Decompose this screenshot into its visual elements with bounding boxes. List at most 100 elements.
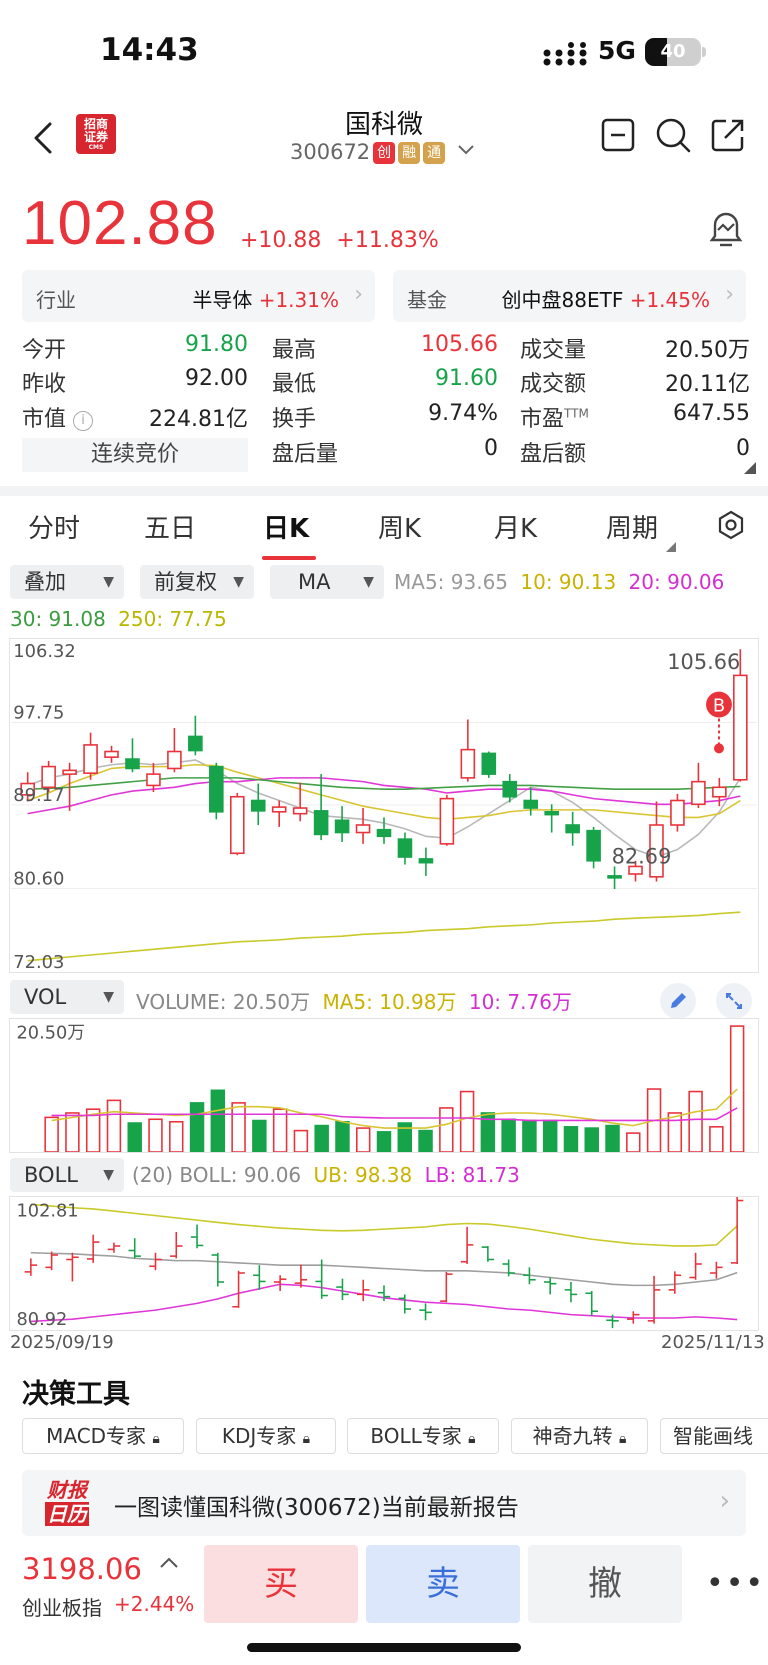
tool-boll[interactable]: BOLL专家 🔒︎ (347, 1418, 499, 1454)
info-icon[interactable]: i (73, 411, 94, 431)
boll-band-1 (30, 1251, 738, 1287)
tab-weekly-k[interactable]: 周K (378, 508, 421, 545)
overlay-dropdown[interactable]: 叠加 ▼ (10, 565, 124, 599)
candle-body (271, 806, 287, 813)
fund-label: 基金 (407, 288, 447, 312)
dropdown-arrow-icon: ▼ (103, 574, 114, 590)
fullscreen-icon[interactable] (716, 983, 752, 1019)
candle-body (712, 786, 727, 798)
ma-line-3 (27, 777, 741, 790)
price-change: +10.88 +11.83% (240, 228, 439, 253)
volume-bar (626, 1132, 641, 1152)
volume-bar (439, 1107, 454, 1152)
candle-body (334, 819, 350, 834)
edit-pencil-icon[interactable] (660, 983, 696, 1019)
index-name: 创业板指 (22, 1596, 102, 1620)
date-start: 2025/09/19 (10, 1332, 114, 1353)
boll-chart[interactable]: 102.81 80.92 (9, 1196, 759, 1331)
volume-bar (252, 1119, 267, 1152)
buy-button[interactable]: 买 (204, 1545, 358, 1623)
lock-icon: 🔒︎ (302, 1431, 311, 1447)
boll-indicator-dropdown[interactable]: BOLL ▼ (10, 1158, 124, 1192)
price-alert-icon[interactable] (708, 210, 744, 250)
tab-monthly-k[interactable]: 月K (494, 508, 537, 545)
index-value[interactable]: 3198.06 (22, 1552, 142, 1586)
ma250-value: 250: 77.75 (118, 607, 227, 631)
dropdown-arrow-icon: ▼ (103, 1167, 114, 1183)
home-indicator (247, 1643, 521, 1652)
lock-icon: 🔒︎ (468, 1431, 476, 1447)
volume-bar (605, 1124, 620, 1152)
candle-body (146, 773, 161, 787)
sell-button[interactable]: 卖 (366, 1545, 520, 1623)
more-options-icon[interactable]: ••• (706, 1566, 765, 1601)
volume-bar (127, 1122, 142, 1152)
candle-body (397, 838, 413, 858)
chevron-down-icon[interactable] (456, 143, 476, 157)
stat-market-cap: 市值 i 224.81亿 (22, 407, 248, 432)
kline-chart[interactable]: 106.32 97.75 89.17 80.60 72.03 105.66 82… (9, 638, 759, 973)
volume-bar (210, 1089, 226, 1152)
tool-kdj[interactable]: KDJ专家 🔒︎ (196, 1418, 336, 1454)
indicator-dropdown[interactable]: MA ▼ (270, 565, 384, 599)
candle-body (670, 799, 685, 826)
candle-body (607, 875, 622, 879)
lock-icon: 🔒︎ (152, 1431, 160, 1447)
volume-indicator-dropdown[interactable]: VOL ▼ (10, 980, 124, 1014)
volume-bar (189, 1102, 205, 1152)
cancel-order-button[interactable]: 撤 (528, 1545, 682, 1623)
candle-body (313, 810, 329, 836)
industry-label: 行业 (36, 288, 76, 312)
candle-body (167, 750, 182, 770)
adjust-dropdown[interactable]: 前复权 ▼ (140, 565, 254, 599)
tool-macd[interactable]: MACD专家 🔒︎ (22, 1418, 184, 1454)
industry-pill[interactable]: 行业 半导体 +1.31% › (22, 270, 375, 322)
share-icon[interactable] (710, 117, 746, 153)
industry-pct: +1.31% (258, 288, 339, 312)
battery-icon: 40 (645, 38, 701, 66)
earnings-report-banner[interactable]: 财报 日历 一图读懂国科微(300672)当前最新报告 › (22, 1470, 746, 1536)
y-axis-label: 89.17 (13, 785, 64, 806)
volume-bar (584, 1127, 599, 1152)
network-type: 5G (598, 36, 636, 65)
stock-code-row[interactable]: 300672 创融通 (290, 140, 476, 164)
tool-magic-nine[interactable]: 神奇九转 🔒︎ (511, 1418, 648, 1454)
fund-pill[interactable]: 基金 创中盘88ETF +1.45% › (393, 270, 746, 322)
candle-body (355, 824, 371, 834)
report-text: 一图读懂国科微(300672)当前最新报告 (114, 1495, 519, 1521)
fund-value: 创中盘88ETF +1.45% (501, 288, 710, 312)
volume-bar (522, 1119, 537, 1152)
status-bar: 14:43 5G 40 (0, 0, 768, 100)
volume-bar (314, 1124, 329, 1152)
ma-legend-row1: MA5: 93.65 10: 90.13 20: 90.06 (394, 570, 724, 594)
y-axis-label: 80.60 (13, 869, 64, 890)
candle-body (250, 799, 266, 812)
ma10-value: 10: 90.13 (520, 570, 617, 594)
tab-daily-k[interactable]: 日K (263, 508, 309, 545)
volume-bar (459, 1090, 475, 1152)
minus-square-icon[interactable] (600, 117, 636, 153)
volume-legend: VOLUME: 20.50万 MA5: 10.98万 10: 7.76万 (136, 990, 572, 1014)
candle-body (460, 748, 476, 779)
stat-open: 今开 91.80 (22, 332, 248, 363)
volume-bar (542, 1119, 558, 1152)
tool-smart-draw[interactable]: 智能画线 (660, 1418, 768, 1454)
stat-volume: 成交量 20.50万 (520, 338, 750, 363)
tab-period[interactable]: 周期 (606, 508, 658, 545)
header-actions (600, 116, 746, 154)
volume-bar (355, 1127, 371, 1152)
tab-period-corner-icon (666, 542, 676, 552)
tab-intraday[interactable]: 分时 (28, 508, 80, 545)
change-percent: +11.83% (336, 228, 439, 253)
chevron-up-icon[interactable] (158, 1556, 180, 1570)
volume-chart[interactable]: 20.50万 (9, 1018, 759, 1153)
stat-prev-close: 昨收 92.00 (22, 366, 248, 397)
tab-five-day[interactable]: 五日 (144, 508, 196, 545)
industry-value: 半导体 +1.31% (192, 288, 339, 312)
candle-body (376, 828, 392, 838)
candle-body (83, 744, 98, 774)
expand-corner-icon[interactable] (744, 462, 756, 474)
search-icon[interactable] (654, 116, 692, 154)
y-axis-label: 97.75 (13, 703, 64, 724)
settings-gear-icon[interactable] (716, 510, 746, 540)
